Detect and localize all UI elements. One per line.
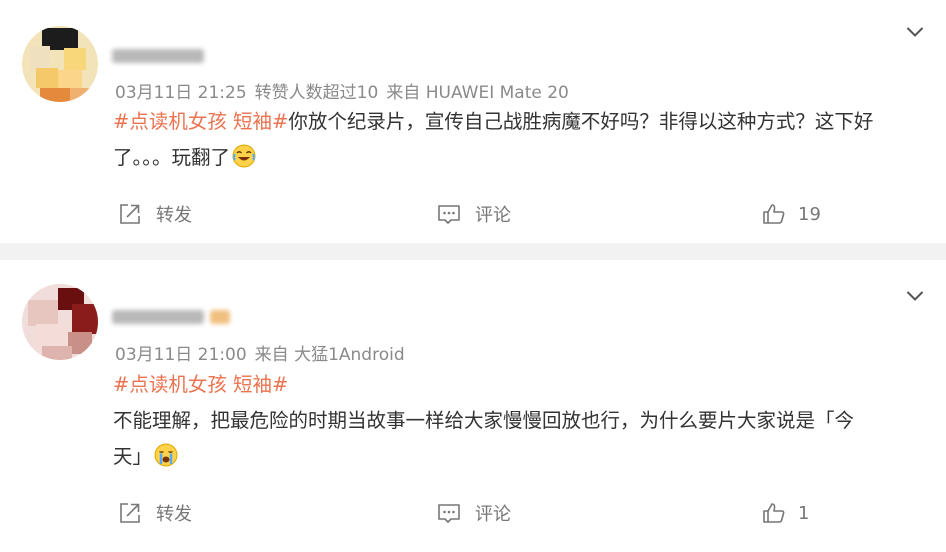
topic-link[interactable]: #点读机女孩 短袖#: [113, 110, 288, 133]
like-button[interactable]: 1: [762, 498, 809, 528]
chevron-down-icon[interactable]: [906, 290, 924, 302]
comment-icon: [438, 205, 460, 224]
comment-label: 评论: [475, 504, 511, 525]
post-source: 来自 HUAWEI Mate 20: [386, 83, 569, 103]
crying-emoji-icon: [154, 443, 178, 467]
username-blurred[interactable]: [112, 45, 204, 67]
thumbs-up-icon: [763, 503, 785, 523]
comment-text: #点读机女孩 短袖#你放个纪录片，宣传自己战胜病魔不好吗？非得以这种方式？这下好…: [113, 104, 923, 176]
like-button[interactable]: 19: [762, 199, 821, 229]
post-timestamp: 03月11日 21:00: [115, 345, 247, 365]
comment-text-line: 不能理解，把最危险的时期当故事一样给大家慢慢回放也行，为什么要片大家说是「今: [113, 409, 855, 432]
topic-link[interactable]: #点读机女孩 短袖#: [113, 373, 288, 396]
post-like-note: 转赞人数超过10: [254, 83, 379, 103]
avatar[interactable]: [22, 284, 98, 360]
comment-text-line: 天」: [113, 445, 153, 468]
avatar[interactable]: [22, 26, 98, 102]
action-bar: 转发 评论 19: [0, 199, 946, 229]
share-icon: [120, 204, 140, 224]
action-bar: 转发 评论 1: [0, 498, 946, 528]
repost-button[interactable]: 转发: [118, 498, 192, 528]
share-icon: [120, 503, 140, 523]
comment-button[interactable]: 评论: [437, 498, 511, 528]
comment-text-line: 你放个纪录片，宣传自己战胜病魔不好吗？非得以这种方式？这下好: [288, 110, 874, 133]
post-source: 来自 大猛1Android: [254, 345, 405, 365]
comment-button[interactable]: 评论: [437, 199, 511, 229]
repost-label: 转发: [156, 205, 192, 226]
comment-text: #点读机女孩 短袖# 不能理解，把最危险的时期当故事一样给大家慢慢回放也行，为什…: [113, 367, 923, 475]
comment-icon: [438, 504, 460, 523]
member-badge-icon: [210, 310, 230, 324]
repost-button[interactable]: 转发: [118, 199, 192, 229]
comment-item: 03月11日 21:25 转赞人数超过10 来自 HUAWEI Mate 20 #点…: [0, 0, 946, 243]
username-blurred[interactable]: [112, 306, 230, 328]
like-count: 19: [798, 203, 821, 225]
repost-label: 转发: [156, 504, 192, 525]
separator: [0, 243, 946, 260]
comment-label: 评论: [475, 205, 511, 226]
like-count: 1: [798, 502, 810, 524]
post-timestamp: 03月11日 21:25: [115, 83, 247, 103]
comment-item: 03月11日 21:00 来自 大猛1Android #点读机女孩 短袖# 不能理…: [0, 260, 946, 552]
post-meta: 03月11日 21:25 转赞人数超过10 来自 HUAWEI Mate 20: [115, 78, 577, 103]
chevron-down-icon[interactable]: [906, 26, 924, 38]
laugh-cry-emoji-icon: [232, 144, 256, 168]
post-meta: 03月11日 21:00 来自 大猛1Android: [115, 340, 413, 365]
comment-text-line: 了。。。玩翻了: [113, 146, 231, 169]
thumbs-up-icon: [763, 204, 785, 224]
comment-feed: 03月11日 21:25 转赞人数超过10 来自 HUAWEI Mate 20 #点…: [0, 0, 946, 552]
